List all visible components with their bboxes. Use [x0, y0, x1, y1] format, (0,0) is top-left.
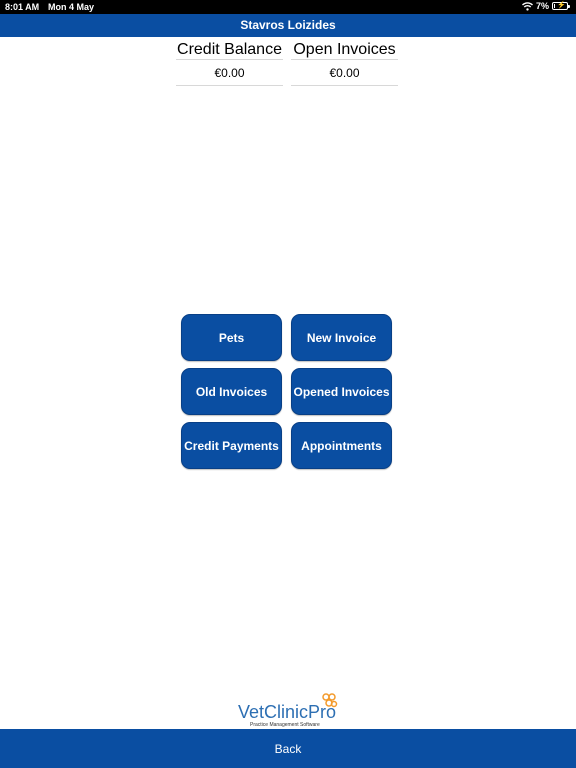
old-invoices-button[interactable]: Old Invoices — [181, 368, 282, 415]
page-title: Stavros Loizides — [0, 14, 576, 37]
credit-balance-value: €0.00 — [176, 60, 283, 86]
open-invoices-value: €0.00 — [291, 60, 398, 86]
battery-icon: ⚡ — [552, 2, 570, 10]
status-date: Mon 4 May — [48, 2, 95, 12]
back-button[interactable]: Back — [0, 729, 576, 768]
battery-percent: 7% — [535, 1, 549, 11]
pets-button[interactable]: Pets — [181, 314, 282, 361]
back-label: Back — [274, 741, 302, 756]
open-invoices-section: Open Invoices €0.00 — [291, 40, 398, 86]
wifi-icon — [521, 1, 533, 11]
appointments-button[interactable]: Appointments — [291, 422, 392, 469]
vetclinicpro-logo: VetClinicPro Practice Management Softwar… — [238, 692, 340, 730]
new-invoice-button[interactable]: New Invoice — [291, 314, 392, 361]
opened-invoices-button[interactable]: Opened Invoices — [291, 368, 392, 415]
status-time: 8:01 AM — [5, 2, 40, 12]
status-bar: 8:01 AM Mon 4 May 7% ⚡ — [0, 0, 576, 14]
paw-icon — [322, 693, 338, 708]
credit-balance-section: Credit Balance €0.00 — [176, 40, 283, 86]
status-indicators: 7% ⚡ — [521, 1, 570, 11]
credit-payments-button[interactable]: Credit Payments — [181, 422, 282, 469]
logo-tagline: Practice Management Software — [250, 722, 320, 728]
credit-balance-label: Credit Balance — [176, 41, 283, 60]
open-invoices-label: Open Invoices — [291, 40, 398, 60]
